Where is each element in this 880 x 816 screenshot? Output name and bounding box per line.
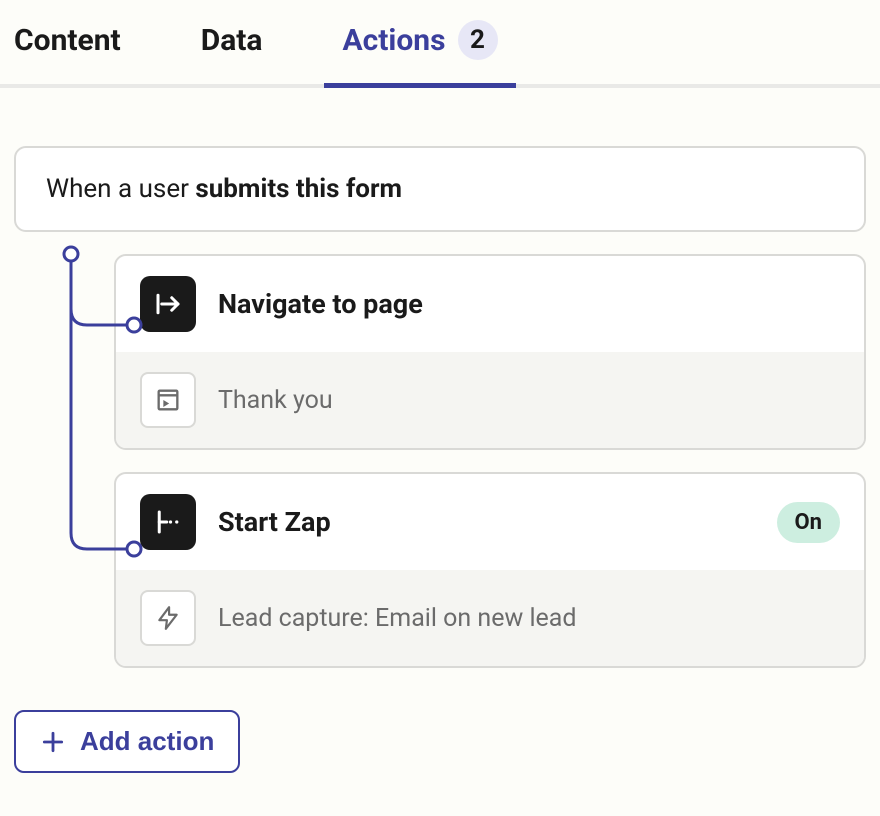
action-detail-text: Lead capture: Email on new lead xyxy=(218,604,577,633)
tab-content[interactable]: Content xyxy=(14,13,121,82)
tabs-bar: Content Data Actions 2 xyxy=(0,0,880,88)
action-header: Navigate to page xyxy=(116,256,864,352)
status-badge: On xyxy=(777,502,841,543)
action-header: Start Zap On xyxy=(116,474,864,570)
tab-actions-label: Actions xyxy=(342,23,445,58)
navigate-icon xyxy=(140,276,196,332)
tab-content-label: Content xyxy=(14,23,121,58)
action-detail: Lead capture: Email on new lead xyxy=(116,570,864,666)
add-action-button[interactable]: Add action xyxy=(14,710,240,773)
zap-flow-icon xyxy=(140,494,196,550)
tab-data[interactable]: Data xyxy=(201,13,263,82)
tab-actions-count-badge: 2 xyxy=(458,20,498,60)
action-card-navigate[interactable]: Navigate to page Thank you xyxy=(114,254,866,450)
action-title: Navigate to page xyxy=(218,288,840,320)
action-detail: Thank you xyxy=(116,352,864,448)
plus-icon xyxy=(40,729,66,755)
action-detail-text: Thank you xyxy=(218,386,333,415)
action-title: Start Zap xyxy=(218,506,755,538)
page-icon xyxy=(140,372,196,428)
tab-data-label: Data xyxy=(201,23,263,58)
trigger-prefix: When a user xyxy=(46,174,195,204)
flow-container: Navigate to page Thank you xyxy=(14,254,866,668)
trigger-card[interactable]: When a user submits this form xyxy=(14,146,866,232)
tab-actions[interactable]: Actions 2 xyxy=(342,10,497,84)
lightning-icon xyxy=(140,590,196,646)
actions-panel: When a user submits this form xyxy=(0,88,880,773)
trigger-event: submits this form xyxy=(195,174,402,204)
action-card-zap[interactable]: Start Zap On Lead capture: Email on new … xyxy=(114,472,866,668)
add-action-label: Add action xyxy=(80,726,214,757)
